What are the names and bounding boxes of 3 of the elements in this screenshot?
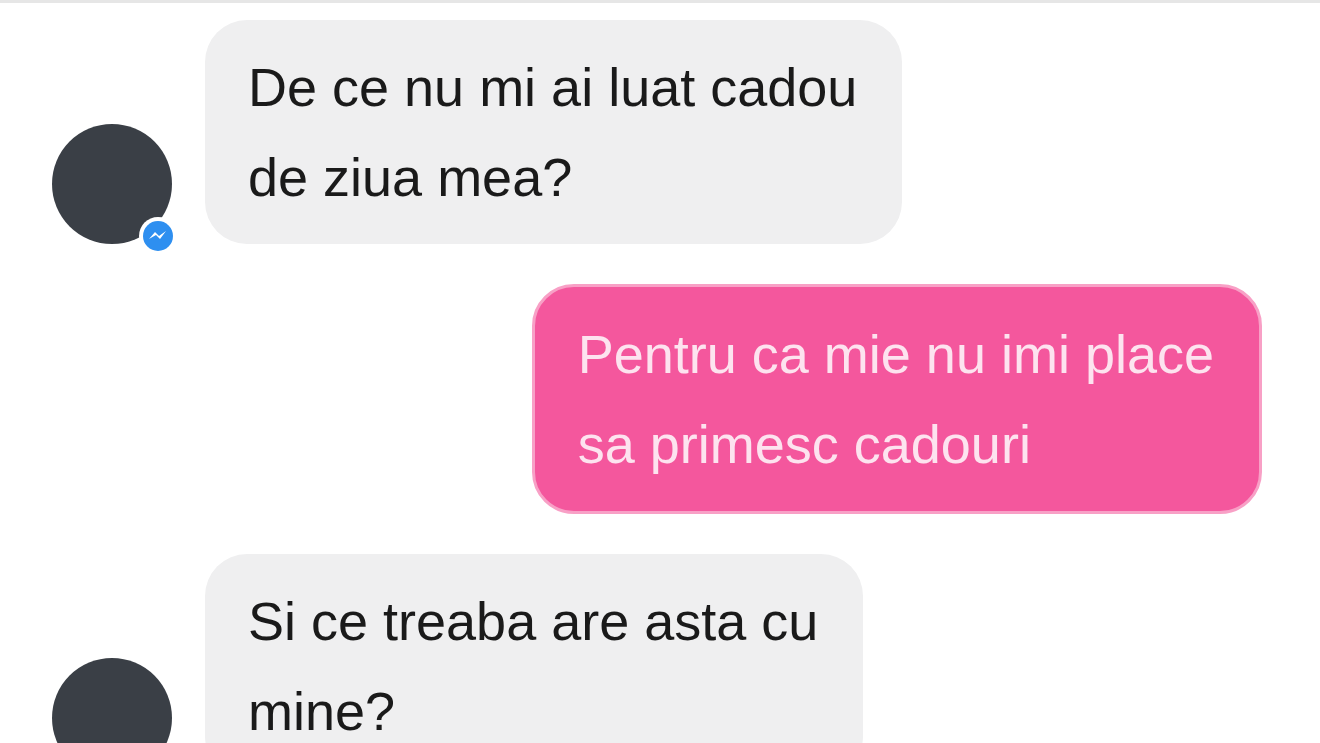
message-bubble: Pentru ca mie nu imi place sa primesc cadouri bbox=[531, 284, 1262, 514]
message-bubble: De ce nu mi ai luat cadou de ziua mea? bbox=[205, 20, 903, 244]
message-bubble: Si ce treaba are asta cu mine? bbox=[205, 554, 864, 743]
